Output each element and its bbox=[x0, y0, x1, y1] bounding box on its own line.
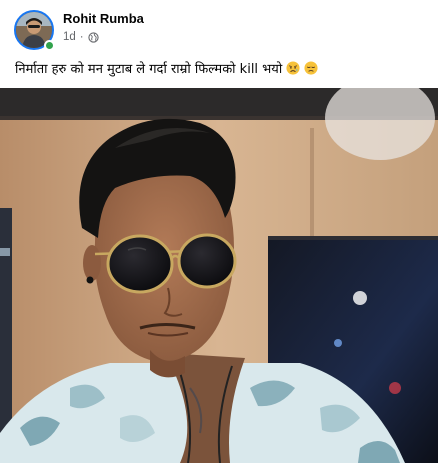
globe-icon[interactable] bbox=[88, 31, 99, 43]
online-status-dot bbox=[44, 40, 55, 51]
sad-but-relieved-emoji-icon bbox=[286, 61, 300, 75]
post-header: Rohit Rumba 1d · bbox=[14, 10, 414, 51]
post-photo[interactable] bbox=[0, 88, 438, 463]
portrait-photo-image bbox=[0, 88, 438, 463]
disappointed-emoji-icon bbox=[304, 61, 318, 75]
caption-text: निर्माता हरु को मन मुटाब ले गर्दा राम्रो… bbox=[15, 62, 283, 77]
author-name[interactable]: Rohit Rumba bbox=[63, 11, 144, 26]
meta-separator: · bbox=[79, 31, 84, 43]
post-meta: 1d · bbox=[63, 31, 99, 43]
post-time[interactable]: 1d bbox=[63, 31, 76, 43]
post-caption: निर्माता हरु को मन मुटाब ले गर्दा राम्रो… bbox=[15, 59, 425, 77]
facebook-post: Rohit Rumba 1d · निर्माता हरु को मन मुटा… bbox=[0, 0, 438, 463]
